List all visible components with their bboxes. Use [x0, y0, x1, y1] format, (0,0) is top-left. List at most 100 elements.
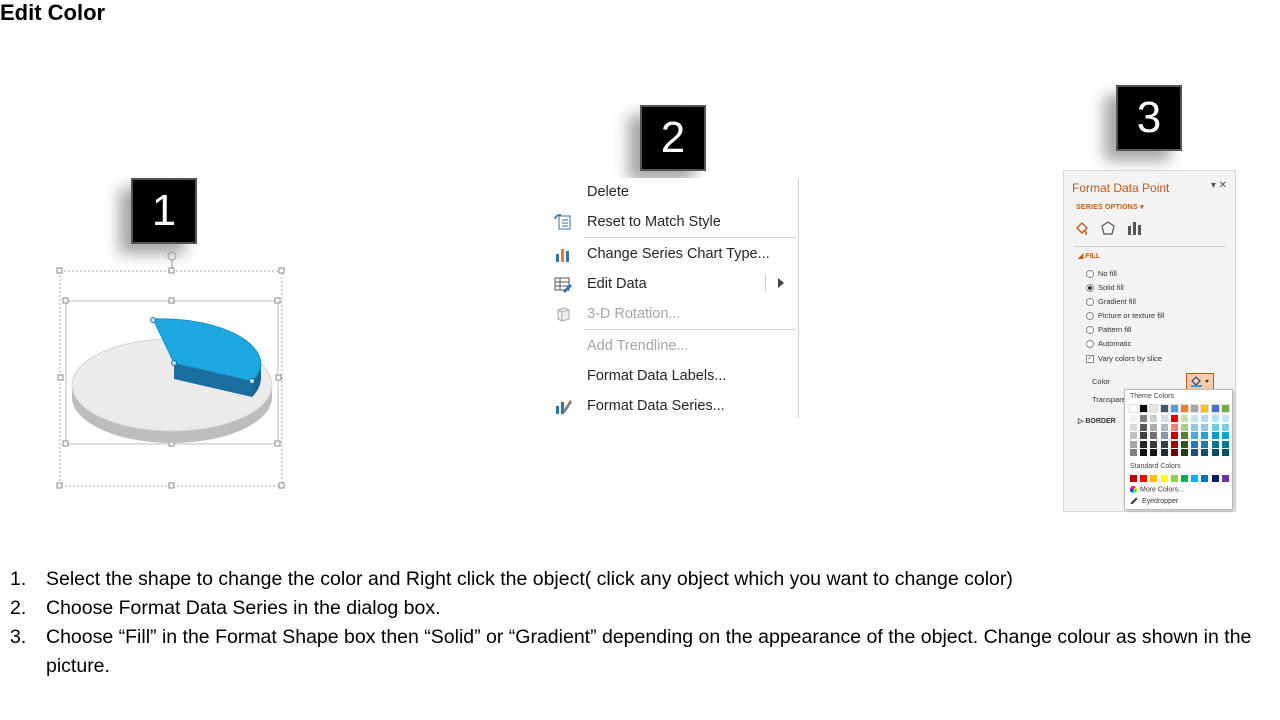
theme-shade-swatch[interactable] — [1191, 423, 1199, 431]
standard-color-swatch[interactable] — [1211, 475, 1219, 482]
theme-shade-swatch[interactable] — [1140, 415, 1148, 422]
radio-selected-icon[interactable] — [1086, 284, 1094, 293]
solid-fill-option[interactable]: Solid fill — [1086, 283, 1124, 293]
theme-shade-swatch[interactable] — [1150, 432, 1158, 439]
standard-color-swatch[interactable] — [1221, 475, 1229, 482]
standard-color-swatch[interactable] — [1140, 475, 1148, 482]
theme-shade-swatch[interactable] — [1160, 449, 1168, 456]
theme-shade-swatch[interactable] — [1130, 432, 1137, 439]
theme-shade-swatch[interactable] — [1181, 423, 1188, 431]
theme-shade-swatch[interactable] — [1140, 449, 1148, 456]
theme-shade-swatch[interactable] — [1201, 423, 1209, 431]
no-fill-option[interactable]: No fill — [1086, 269, 1117, 279]
theme-shade-swatch[interactable] — [1211, 432, 1219, 439]
submenu-arrow-icon[interactable] — [778, 278, 784, 288]
theme-shade-swatch[interactable] — [1211, 440, 1219, 448]
radio-icon[interactable] — [1086, 326, 1094, 335]
radio-icon[interactable] — [1086, 270, 1094, 279]
theme-color-swatch[interactable] — [1169, 404, 1179, 413]
radio-icon[interactable] — [1086, 340, 1094, 349]
standard-color-swatch[interactable] — [1160, 475, 1168, 482]
theme-shade-swatch[interactable] — [1160, 440, 1168, 448]
menu-item-format-data-labels[interactable]: Format Data Labels... — [548, 362, 796, 390]
theme-shade-swatch[interactable] — [1191, 432, 1199, 439]
theme-color-swatch[interactable] — [1129, 404, 1138, 413]
theme-shade-swatch[interactable] — [1170, 423, 1178, 431]
theme-color-swatch[interactable] — [1190, 404, 1200, 413]
theme-shade-swatch[interactable] — [1150, 423, 1158, 431]
theme-color-swatch[interactable] — [1210, 404, 1220, 413]
pane-close-controls[interactable]: ▾ ✕ — [1211, 180, 1227, 191]
theme-shade-swatch[interactable] — [1170, 449, 1178, 456]
theme-shade-swatch[interactable] — [1170, 415, 1178, 422]
theme-shade-swatch[interactable] — [1221, 440, 1229, 448]
standard-color-swatch[interactable] — [1191, 475, 1199, 482]
theme-shade-swatch[interactable] — [1130, 449, 1137, 456]
theme-shade-swatch[interactable] — [1130, 415, 1137, 422]
standard-color-swatch[interactable] — [1130, 475, 1137, 482]
rotate-handle[interactable] — [167, 251, 177, 261]
menu-item-change-series-chart-type[interactable]: Change Series Chart Type... — [548, 240, 796, 268]
theme-shade-swatch[interactable] — [1191, 449, 1199, 456]
fill-color-button[interactable] — [1186, 373, 1214, 390]
radio-icon[interactable] — [1086, 298, 1094, 307]
theme-shade-swatch[interactable] — [1201, 449, 1209, 456]
theme-shade-swatch[interactable] — [1201, 432, 1209, 439]
menu-item-delete[interactable]: Delete — [548, 178, 796, 206]
theme-shade-swatch[interactable] — [1181, 449, 1188, 456]
theme-shade-swatch[interactable] — [1181, 415, 1188, 422]
automatic-fill-option[interactable]: Automatic — [1086, 339, 1131, 349]
pie-chart-graphic[interactable] — [56, 245, 288, 495]
theme-shade-swatch[interactable] — [1160, 415, 1168, 422]
theme-shade-swatch[interactable] — [1221, 423, 1229, 431]
theme-color-swatch[interactable] — [1149, 404, 1159, 413]
menu-item-3d-rotation[interactable]: 3-D Rotation... — [548, 300, 796, 328]
theme-shade-swatch[interactable] — [1130, 423, 1137, 431]
standard-color-swatch[interactable] — [1181, 475, 1188, 482]
pattern-fill-option[interactable]: Pattern fill — [1086, 325, 1131, 335]
theme-shade-swatch[interactable] — [1160, 432, 1168, 439]
menu-item-edit-data[interactable]: Edit Data — [548, 270, 796, 298]
eyedropper-item[interactable]: Eyedropper — [1130, 497, 1178, 505]
vary-colors-checkbox[interactable]: ✓ Vary colors by slice — [1086, 354, 1162, 364]
theme-shade-swatch[interactable] — [1170, 440, 1178, 448]
more-colors-item[interactable]: More Colors... — [1130, 486, 1184, 493]
theme-shade-swatch[interactable] — [1181, 440, 1188, 448]
theme-color-swatch[interactable] — [1200, 404, 1210, 413]
theme-shade-swatch[interactable] — [1150, 415, 1158, 422]
theme-color-swatch[interactable] — [1180, 404, 1189, 413]
theme-shade-swatch[interactable] — [1181, 432, 1188, 439]
picture-texture-fill-option[interactable]: Picture or texture fill — [1086, 311, 1164, 321]
theme-shade-swatch[interactable] — [1160, 423, 1168, 431]
checkbox-checked-icon[interactable]: ✓ — [1086, 355, 1094, 364]
theme-shade-swatch[interactable] — [1201, 440, 1209, 448]
theme-color-swatch[interactable] — [1159, 404, 1169, 413]
menu-item-reset-to-match-style[interactable]: Reset to Match Style — [548, 208, 796, 236]
menu-item-format-data-series[interactable]: Format Data Series... — [548, 392, 796, 420]
series-options-tab-icon[interactable] — [1126, 220, 1142, 236]
theme-shade-swatch[interactable] — [1140, 440, 1148, 448]
gradient-fill-option[interactable]: Gradient fill — [1086, 297, 1136, 307]
series-options-dropdown[interactable]: SERIES OPTIONS ▾ — [1076, 203, 1144, 211]
theme-shade-swatch[interactable] — [1221, 449, 1229, 456]
pie-chart-object[interactable] — [56, 245, 288, 495]
fill-line-tab-icon[interactable] — [1074, 220, 1090, 236]
fill-section-header[interactable]: ◢ FILL — [1078, 252, 1100, 260]
effects-tab-icon[interactable] — [1100, 220, 1116, 236]
standard-color-swatch[interactable] — [1201, 475, 1209, 482]
theme-shade-swatch[interactable] — [1140, 423, 1148, 431]
theme-shade-swatch[interactable] — [1191, 415, 1199, 422]
theme-shade-swatch[interactable] — [1211, 423, 1219, 431]
theme-color-swatch[interactable] — [1139, 404, 1149, 413]
menu-item-add-trendline[interactable]: Add Trendline... — [548, 332, 796, 360]
border-section-header[interactable]: ▷ BORDER — [1078, 417, 1116, 425]
theme-shade-swatch[interactable] — [1211, 415, 1219, 422]
theme-shade-swatch[interactable] — [1201, 415, 1209, 422]
theme-shade-swatch[interactable] — [1221, 432, 1229, 439]
theme-shade-swatch[interactable] — [1170, 432, 1178, 439]
theme-shade-swatch[interactable] — [1150, 440, 1158, 448]
standard-color-swatch[interactable] — [1150, 475, 1158, 482]
theme-shade-swatch[interactable] — [1150, 449, 1158, 456]
radio-icon[interactable] — [1086, 312, 1094, 321]
theme-shade-swatch[interactable] — [1211, 449, 1219, 456]
